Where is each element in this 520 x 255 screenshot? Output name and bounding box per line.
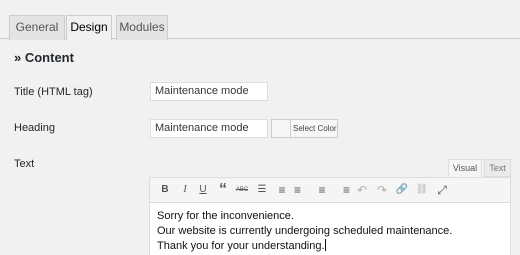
underline-icon[interactable]: U — [195, 182, 211, 198]
editor-toolbar: B I U “ ABC ☰ ≡ ≡ ≡ ≡ ↶ ↷ 🔗 ⛓ ⤢ — [150, 178, 510, 203]
unlink-icon[interactable]: ⛓ — [414, 182, 430, 198]
align-right-icon[interactable]: ≡ — [334, 182, 350, 198]
title-input[interactable]: Maintenance mode — [150, 82, 268, 101]
settings-tab-bar: General Design Modules — [0, 0, 520, 40]
content-line-last: Thank you for your understanding. — [157, 239, 452, 254]
content-line: Sorry for the inconvenience. — [157, 210, 294, 222]
italic-icon[interactable]: I — [177, 182, 193, 198]
numbered-list-icon[interactable]: ≡ — [274, 182, 290, 198]
editor-tab-text[interactable]: Text — [484, 159, 511, 177]
bold-icon[interactable]: B — [157, 182, 173, 198]
bullet-list-icon[interactable]: ☰ — [254, 182, 270, 198]
content-line: Our website is currently undergoing sche… — [157, 225, 453, 237]
editor-tab-visual[interactable]: Visual — [448, 159, 482, 177]
align-left-icon[interactable]: ≡ — [294, 182, 310, 198]
text-editor[interactable]: B I U “ ABC ☰ ≡ ≡ ≡ ≡ ↶ ↷ 🔗 ⛓ ⤢ Sorry fo… — [149, 177, 511, 255]
color-swatch — [272, 120, 291, 137]
tab-modules[interactable]: Modules — [116, 15, 168, 40]
align-center-icon[interactable]: ≡ — [314, 182, 330, 198]
text-caret — [324, 239, 326, 251]
select-color-button[interactable]: Select Color — [271, 119, 338, 138]
select-color-label: Select Color — [293, 124, 337, 133]
link-icon[interactable]: 🔗 — [394, 182, 410, 198]
text-label: Text — [14, 158, 35, 170]
heading-label: Heading — [14, 122, 55, 134]
section-title: » Content — [14, 50, 74, 65]
blockquote-icon[interactable]: “ — [215, 182, 231, 198]
redo-icon[interactable]: ↷ — [374, 182, 390, 198]
content-line-text: Thank you for your understanding. — [157, 240, 325, 252]
tab-design[interactable]: Design — [66, 15, 112, 40]
tab-general[interactable]: General — [9, 15, 65, 40]
heading-input[interactable]: Maintenance mode — [150, 119, 268, 138]
undo-icon[interactable]: ↶ — [354, 182, 370, 198]
editor-content[interactable]: Sorry for the inconvenience. Our website… — [157, 209, 452, 254]
title-label: Title (HTML tag) — [14, 86, 93, 98]
fullscreen-icon[interactable]: ⤢ — [434, 182, 450, 198]
strikethrough-icon[interactable]: ABC — [234, 182, 250, 198]
